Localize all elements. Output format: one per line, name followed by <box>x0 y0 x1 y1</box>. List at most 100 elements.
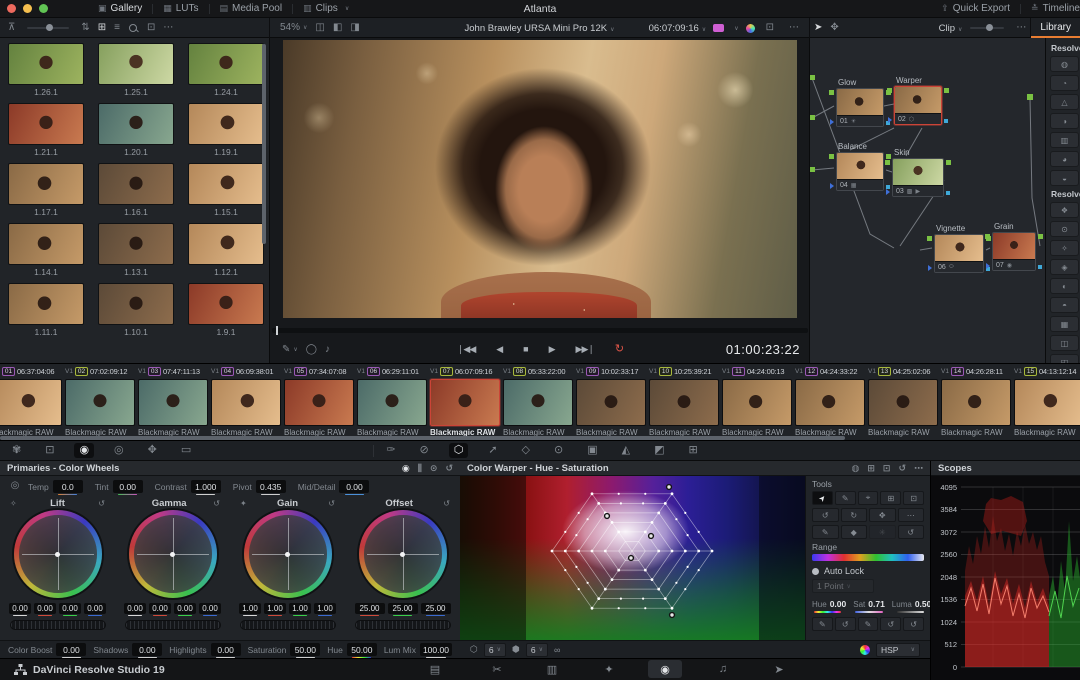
lift-adjust-icon[interactable]: ✧ <box>10 499 17 508</box>
offset-master-slider[interactable] <box>355 620 451 630</box>
color-wheels-icon[interactable]: ◉ <box>74 443 94 458</box>
still-item[interactable]: 1.24.1 <box>188 43 264 97</box>
fusion-page-button[interactable]: ✦ <box>592 660 626 678</box>
motion-effects-icon[interactable]: ▭ <box>177 443 195 458</box>
timeline-clip-13[interactable]: V11304:25:02:06Blackmagic RAW <box>868 366 938 438</box>
smooth-button[interactable]: ✳ <box>869 525 896 539</box>
gain-b-value[interactable]: 1.00 <box>314 603 336 614</box>
offset-b-value[interactable]: 25.00 <box>421 603 451 614</box>
still-thumbnail[interactable] <box>188 43 264 85</box>
qualifier-ol-icon[interactable]: ⊘ <box>416 443 433 458</box>
node-grain[interactable]: Grain 07◉ <box>992 222 1036 271</box>
still-thumbnail[interactable] <box>188 283 264 325</box>
warper-control-point[interactable] <box>629 556 634 561</box>
scopes-header[interactable]: Scopes <box>931 461 1080 476</box>
contrast-value[interactable]: 1.000 <box>191 480 221 493</box>
clip-camera-select[interactable]: John Brawley URSA Mini Pro 12K∨ <box>270 23 809 34</box>
warper-sat-value[interactable]: 0.71 <box>868 599 885 609</box>
luma-reset-button[interactable]: ↺ <box>903 617 924 631</box>
clip-thumbnail[interactable] <box>357 379 427 426</box>
lift-master-slider[interactable] <box>10 620 106 630</box>
still-item[interactable]: 1.10.1 <box>98 283 174 337</box>
clip-thumbnail[interactable] <box>0 379 62 426</box>
timeline-clip-14[interactable]: V11404:26:28:11Blackmagic RAW <box>941 366 1011 438</box>
auto-lock-toggle[interactable] <box>812 568 819 575</box>
clip-thumbnail[interactable] <box>576 379 646 426</box>
color-warper-icon[interactable]: ⬡ <box>449 443 469 458</box>
timeline-clip-09[interactable]: V10910:02:33:17Blackmagic RAW <box>576 366 646 438</box>
still-thumbnail[interactable] <box>188 103 264 145</box>
clip-thumbnail[interactable] <box>138 379 208 426</box>
gain-y-value[interactable]: 1.00 <box>239 603 261 614</box>
fx-item[interactable]: ▦ <box>1050 316 1079 332</box>
node-balance[interactable]: Balance 04▦ <box>836 142 884 191</box>
rotate-ccw-button[interactable]: ↺ <box>812 508 839 522</box>
fx-item[interactable]: ◒ <box>1050 170 1079 186</box>
still-item[interactable]: 1.25.1 <box>98 43 174 97</box>
still-thumbnail[interactable] <box>188 223 264 265</box>
gamma-reset-icon[interactable]: ↺ <box>213 499 220 508</box>
gamma-y-value[interactable]: 0.00 <box>124 603 146 614</box>
remove-point-button[interactable]: ◆ <box>841 525 868 539</box>
expand-tool-button[interactable]: ⊡ <box>903 491 924 505</box>
still-item[interactable]: 1.11.1 <box>8 283 84 337</box>
pin-tool-button[interactable]: ⌖ <box>858 491 879 505</box>
warper-control-point[interactable] <box>667 485 672 490</box>
warper-grid-icon[interactable]: ⊞ <box>867 463 875 474</box>
sat-pen-button[interactable]: ✎ <box>858 617 879 631</box>
still-thumbnail[interactable] <box>98 163 174 205</box>
lift-color-wheel[interactable] <box>14 510 102 598</box>
bars-mode-icon[interactable]: ⫼ <box>418 463 422 474</box>
sat-divisions-select[interactable]: 6∨ <box>526 643 548 657</box>
lift-reset-icon[interactable]: ↺ <box>98 499 105 508</box>
still-thumbnail[interactable] <box>98 223 174 265</box>
timeline-clip-12[interactable]: V11204:24:33:22Blackmagic RAW <box>795 366 865 438</box>
still-item[interactable]: 1.16.1 <box>98 163 174 217</box>
node-graph-panel[interactable]: Glow 01☀ Warper 02⬡ Balance 04▦ Skin 03▩… <box>810 38 1045 363</box>
offset-color-wheel[interactable] <box>359 510 447 598</box>
still-thumbnail[interactable] <box>8 223 84 265</box>
timeline-clip-07[interactable]: V10706:07:09:16Blackmagic RAW <box>430 366 500 438</box>
lum-mix-value[interactable]: 100.00 <box>420 643 452 656</box>
maximize-window-icon[interactable] <box>39 4 48 13</box>
eyedropper-icon[interactable]: ➚ <box>484 443 501 458</box>
lift-b-value[interactable]: 0.00 <box>84 603 106 614</box>
color-match-icon[interactable]: ⊡ <box>41 443 58 458</box>
log-mode-icon[interactable]: ⊙ <box>430 463 438 474</box>
timeline-clip-15[interactable]: V11504:13:12:14Blackmagic RAW <box>1014 366 1080 438</box>
clip-thumbnail[interactable] <box>649 379 719 426</box>
expand-gallery-icon[interactable]: ⊡ <box>143 21 159 35</box>
node-options-icon[interactable]: ⋯ <box>1012 21 1030 35</box>
timeline-clip-01[interactable]: V10106:37:04:06Blackmagic RAW <box>0 366 62 438</box>
warper-reset-icon[interactable]: ↺ <box>898 463 906 474</box>
hand-tool-icon[interactable]: ✥ <box>826 21 842 35</box>
gain-color-wheel[interactable] <box>244 510 332 598</box>
warper-hue-value[interactable]: 0.00 <box>830 599 847 609</box>
gain-reset-icon[interactable]: ↺ <box>328 499 335 508</box>
warper-control-point[interactable] <box>605 514 610 519</box>
stop-button[interactable]: ■ <box>519 342 531 357</box>
deliver-page-button[interactable]: ➤ <box>762 660 796 678</box>
add-point-button[interactable]: ✎ <box>812 525 839 539</box>
node-warper[interactable]: Warper 02⬡ <box>894 76 942 125</box>
timeline-clip-05[interactable]: V10507:34:07:08Blackmagic RAW <box>284 366 354 438</box>
cursor-tool-icon[interactable]: ➤ <box>810 21 826 35</box>
clip-thumbnail[interactable] <box>503 379 573 426</box>
mid-detail-value[interactable]: 0.00 <box>339 480 369 493</box>
lift-g-value[interactable]: 0.00 <box>59 603 81 614</box>
still-item[interactable]: 1.15.1 <box>188 163 264 217</box>
gallery-size-slider[interactable] <box>27 27 69 29</box>
tab-library[interactable]: Library <box>1031 18 1080 38</box>
fx-item[interactable]: ✧ <box>1050 240 1079 256</box>
gamma-g-value[interactable]: 0.00 <box>174 603 196 614</box>
still-item[interactable]: 1.17.1 <box>8 163 84 217</box>
lift-r-value[interactable]: 0.00 <box>34 603 56 614</box>
timeline-clip-11[interactable]: V11104:24:00:13Blackmagic RAW <box>722 366 792 438</box>
fairlight-page-button[interactable]: ♫ <box>706 660 740 678</box>
lift-y-value[interactable]: 0.00 <box>9 603 31 614</box>
search-icon[interactable] <box>129 24 138 33</box>
fx-item[interactable]: ◐ <box>1050 278 1079 294</box>
draw-tool-button[interactable]: ✎ <box>835 491 856 505</box>
offset-reset-icon[interactable]: ↺ <box>443 499 450 508</box>
gain-adjust-icon[interactable]: ✦ <box>240 499 247 508</box>
